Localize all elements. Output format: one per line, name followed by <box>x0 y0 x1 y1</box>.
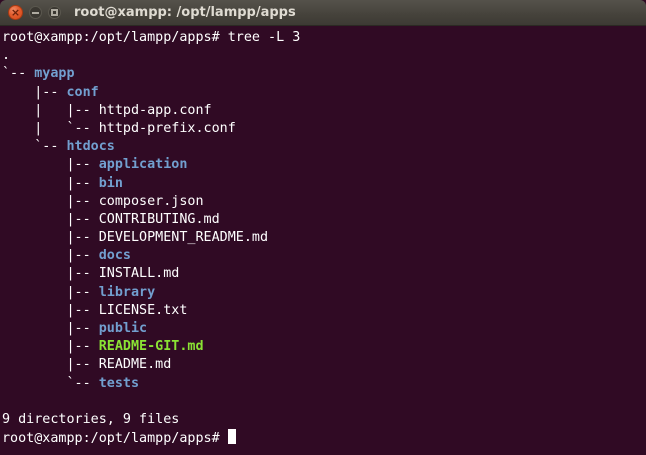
terminal-line: |-- composer.json <box>2 193 646 211</box>
terminal-text-segment: myapp <box>34 66 74 81</box>
terminal-text-segment: library <box>99 285 155 300</box>
terminal-text-segment: |-- INSTALL.md <box>2 266 179 281</box>
terminal-window: × root@xampp: /opt/lampp/apps root@xampp… <box>0 0 646 455</box>
terminal-text-segment: |-- <box>2 85 67 100</box>
minimize-icon <box>32 12 39 14</box>
terminal-text-segment: |-- DEVELOPMENT_README.md <box>2 230 268 245</box>
terminal-text-segment: docs <box>99 248 131 263</box>
minimize-button[interactable] <box>29 6 42 19</box>
terminal-text-segment: public <box>99 321 147 336</box>
terminal-text-segment: `-- <box>2 139 67 154</box>
terminal-line: |-- bin <box>2 175 646 193</box>
terminal-text-segment: |-- <box>2 176 99 191</box>
terminal-line: |-- public <box>2 320 646 338</box>
terminal-line: `-- htdocs <box>2 138 646 156</box>
terminal-text-segment: `-- <box>2 66 34 81</box>
terminal-text-segment: |-- <box>2 157 99 172</box>
terminal-line: |-- application <box>2 156 646 174</box>
terminal-text-segment: . <box>2 48 10 63</box>
terminal-text-segment: root@xampp:/opt/lampp/apps# <box>2 431 228 446</box>
terminal-text-segment: |-- CONTRIBUTING.md <box>2 212 220 227</box>
terminal[interactable]: root@xampp:/opt/lampp/apps# tree -L 3. `-… <box>0 26 646 455</box>
terminal-text-segment: 9 directories, 9 files <box>2 412 179 427</box>
titlebar[interactable]: × root@xampp: /opt/lampp/apps <box>0 0 646 26</box>
close-button[interactable]: × <box>8 5 23 20</box>
terminal-line: . <box>2 47 646 65</box>
terminal-text-segment: application <box>99 157 188 172</box>
terminal-text-segment: |-- composer.json <box>2 194 204 209</box>
terminal-line: |-- conf <box>2 84 646 102</box>
terminal-line: 9 directories, 9 files <box>2 411 646 429</box>
terminal-line: root@xampp:/opt/lampp/apps# tree -L 3 <box>2 29 646 47</box>
terminal-text-segment: bin <box>99 176 123 191</box>
terminal-text-segment: htdocs <box>67 139 115 154</box>
terminal-text-segment: |-- <box>2 248 99 263</box>
terminal-text-segment: |-- <box>2 285 99 300</box>
window-title: root@xampp: /opt/lampp/apps <box>74 5 296 20</box>
terminal-line: |-- LICENSE.txt <box>2 302 646 320</box>
terminal-text-segment: |-- <box>2 321 99 336</box>
terminal-line: | |-- httpd-app.conf <box>2 102 646 120</box>
terminal-text-segment: | `-- httpd-prefix.conf <box>2 121 236 136</box>
terminal-line: `-- tests <box>2 375 646 393</box>
close-icon: × <box>11 7 20 18</box>
terminal-line: |-- CONTRIBUTING.md <box>2 211 646 229</box>
terminal-line <box>2 393 646 411</box>
terminal-line: |-- README-GIT.md <box>2 338 646 356</box>
terminal-text-segment: |-- README.md <box>2 357 171 372</box>
terminal-text-segment: README-GIT.md <box>99 339 204 354</box>
terminal-line: |-- library <box>2 284 646 302</box>
maximize-icon <box>51 9 58 16</box>
terminal-line: | `-- httpd-prefix.conf <box>2 120 646 138</box>
terminal-line: |-- README.md <box>2 356 646 374</box>
terminal-text-segment: root@xampp:/opt/lampp/apps# tree -L 3 <box>2 30 300 45</box>
terminal-text-segment: |-- LICENSE.txt <box>2 303 187 318</box>
terminal-line: |-- DEVELOPMENT_README.md <box>2 229 646 247</box>
terminal-line: root@xampp:/opt/lampp/apps# <box>2 429 646 447</box>
terminal-text-segment: conf <box>67 85 99 100</box>
terminal-text-segment: |-- <box>2 339 99 354</box>
terminal-text-segment: tests <box>99 376 139 391</box>
terminal-text-segment: `-- <box>2 376 99 391</box>
terminal-line: |-- INSTALL.md <box>2 265 646 283</box>
terminal-cursor <box>228 429 236 444</box>
terminal-line: |-- docs <box>2 247 646 265</box>
terminal-text-segment: | |-- httpd-app.conf <box>2 103 212 118</box>
maximize-button[interactable] <box>48 6 61 19</box>
terminal-line: `-- myapp <box>2 65 646 83</box>
